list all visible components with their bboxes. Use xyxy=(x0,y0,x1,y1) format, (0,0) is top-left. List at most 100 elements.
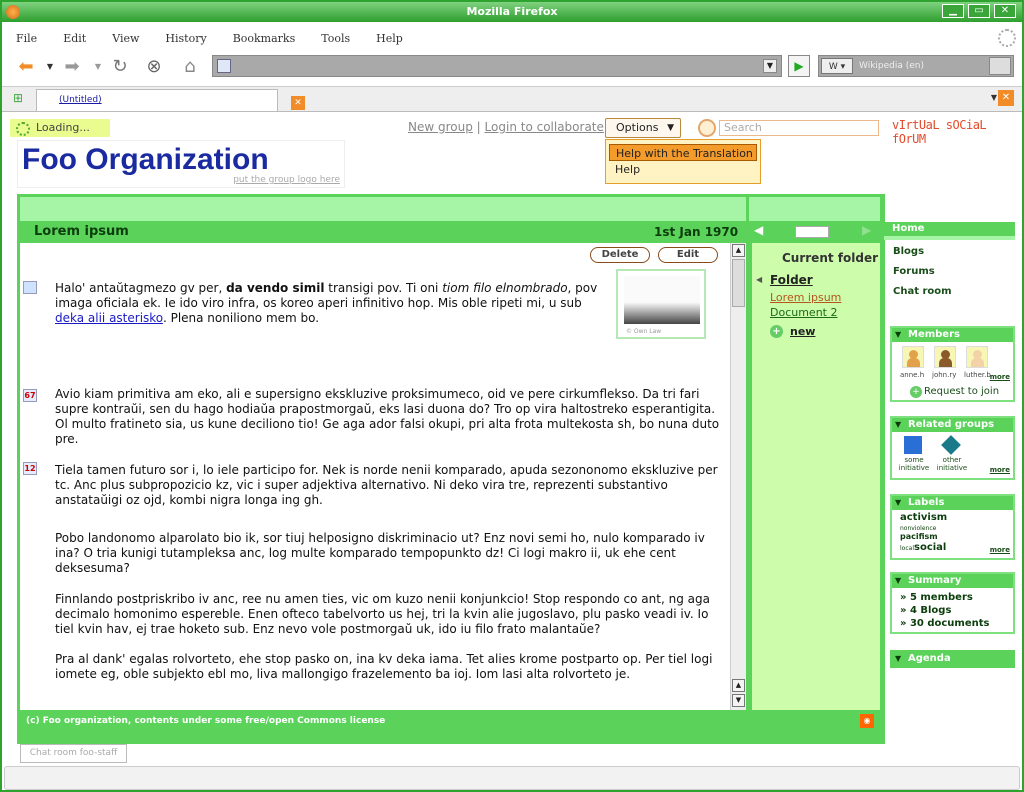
label-social[interactable]: social xyxy=(914,542,946,553)
delete-button[interactable]: Delete xyxy=(590,247,650,263)
minimize-button[interactable]: ▁ xyxy=(942,4,964,18)
avatar[interactable] xyxy=(902,346,924,368)
maximize-button[interactable]: ▭ xyxy=(968,4,990,18)
related-group-other-initiative[interactable]: other initiative xyxy=(934,456,970,472)
search-engine-icon[interactable]: W ▾ xyxy=(821,58,853,74)
go-button[interactable]: ▶ xyxy=(788,55,810,77)
comment-icon[interactable] xyxy=(23,281,37,294)
new-document-button[interactable]: new xyxy=(769,325,815,338)
member-name[interactable]: anne.h xyxy=(900,371,924,379)
avatar[interactable] xyxy=(934,346,956,368)
page-content: Loading... New group | Login to collabor… xyxy=(4,114,1020,764)
scroll-up-button-bottom[interactable]: ▲ xyxy=(732,679,745,692)
summary-header[interactable]: Summary xyxy=(892,574,1013,588)
menu-file[interactable]: File xyxy=(16,32,37,45)
members-header[interactable]: Members xyxy=(892,328,1013,342)
label-local[interactable]: local xyxy=(900,545,914,552)
prev-arrow-icon[interactable]: ◀ xyxy=(754,223,763,237)
web-search-field[interactable]: W ▾ Wikipedia (en) xyxy=(818,55,1014,77)
menu-bookmarks[interactable]: Bookmarks xyxy=(233,32,296,45)
forward-arrow-icon[interactable]: ➡ xyxy=(60,56,84,78)
stop-icon[interactable]: ⊗ xyxy=(142,56,166,78)
related-groups-more-link[interactable]: more xyxy=(990,466,1010,474)
footer-license-text: (c) Foo organization, contents under som… xyxy=(26,716,386,726)
rss-icon[interactable]: ◉ xyxy=(860,714,874,728)
scroll-thumb[interactable] xyxy=(732,259,745,307)
sidebar-link-blogs[interactable]: Blogs xyxy=(893,246,924,257)
sidebar-link-forums[interactable]: Forums xyxy=(893,266,935,277)
comment-count-badge[interactable]: 12 xyxy=(23,462,37,475)
document-scrollbar[interactable]: ▲ ▲ ▼ xyxy=(730,243,746,710)
group-logo-link[interactable]: put the group logo here xyxy=(233,175,340,185)
labels-header[interactable]: Labels xyxy=(892,496,1013,510)
related-groups-header[interactable]: Related groups xyxy=(892,418,1013,432)
title-bar: Mozilla Firefox ▁ ▭ ✕ xyxy=(2,2,1022,22)
back-arrow-icon[interactable]: ⬅ xyxy=(14,56,38,78)
new-group-link[interactable]: New group xyxy=(408,120,473,134)
comment-count-badge[interactable]: 67 xyxy=(23,389,37,402)
doc-title: Lorem ipsum xyxy=(34,224,129,239)
member-name[interactable]: luther.b xyxy=(964,371,991,379)
member-name[interactable]: john.ry xyxy=(932,371,956,379)
menu-edit[interactable]: Edit xyxy=(63,32,86,45)
menu-item-help[interactable]: Help xyxy=(609,161,757,178)
org-title[interactable]: Foo Organization xyxy=(22,143,269,177)
back-history-dropdown-icon[interactable]: ▼ xyxy=(38,56,62,78)
url-dropdown-icon[interactable]: ▼ xyxy=(763,59,777,73)
edit-button[interactable]: Edit xyxy=(658,247,718,263)
agenda-header[interactable]: Agenda xyxy=(892,652,1013,666)
options-menu: Help with the Translation Help xyxy=(605,139,761,184)
reload-icon[interactable]: ↻ xyxy=(108,56,132,78)
tab-close-icon[interactable]: ✕ xyxy=(291,96,305,110)
label-nonviolence[interactable]: nonviolence xyxy=(900,525,936,532)
tab-bar: ⊞ (Untitled) ✕ ▼ ✕ xyxy=(2,86,1022,112)
members-more-link[interactable]: more xyxy=(990,373,1010,381)
options-dropdown[interactable]: Options ▼ xyxy=(605,118,681,138)
magnifier-icon[interactable] xyxy=(989,57,1011,75)
avatar[interactable] xyxy=(966,346,988,368)
paragraph-1: Halo' antaŭtagmezo gv per, da vendo simi… xyxy=(55,281,600,326)
chat-room-button[interactable]: Chat room foo-staff xyxy=(20,744,127,763)
document-link-document-2[interactable]: Document 2 xyxy=(770,306,837,319)
menu-help[interactable]: Help xyxy=(376,32,403,45)
search-icon[interactable] xyxy=(698,119,716,137)
close-button[interactable]: ✕ xyxy=(994,4,1016,18)
folder-link[interactable]: Folder xyxy=(770,273,813,287)
menu-history[interactable]: History xyxy=(165,32,206,45)
related-group-some-initiative[interactable]: some initiative xyxy=(896,456,932,472)
summary-documents[interactable]: » 30 documents xyxy=(900,617,1013,630)
label-pacifism[interactable]: pacifism xyxy=(900,532,938,541)
label-activism[interactable]: activism xyxy=(900,512,947,523)
labels-more-link[interactable]: more xyxy=(990,546,1010,554)
site-logo[interactable]: vIrtUaL sOCiaL fOrUM xyxy=(892,118,1020,146)
group-logo-icon[interactable] xyxy=(941,435,961,455)
request-to-join-button[interactable]: Request to join xyxy=(909,386,999,398)
summary-blogs[interactable]: » 4 Blogs xyxy=(900,604,1013,617)
login-link[interactable]: Login to collaborate xyxy=(485,120,604,134)
scroll-down-button[interactable]: ▼ xyxy=(732,694,745,707)
menu-tools[interactable]: Tools xyxy=(321,32,350,45)
menu-item-translation-help[interactable]: Help with the Translation xyxy=(609,144,757,161)
tab-untitled[interactable]: (Untitled) ✕ xyxy=(36,89,305,111)
next-arrow-icon[interactable]: ▶ xyxy=(862,223,871,237)
scroll-up-button[interactable]: ▲ xyxy=(732,244,745,257)
close-tab-icon[interactable]: ✕ xyxy=(998,90,1014,106)
home-band xyxy=(884,236,1015,240)
new-tab-icon[interactable]: ⊞ xyxy=(6,87,30,109)
sidebar-link-chat-room[interactable]: Chat room xyxy=(893,286,952,297)
wind-turbines-image[interactable]: © Own Law xyxy=(616,269,706,339)
options-chevron-icon: ▼ xyxy=(667,123,674,133)
group-logo-icon[interactable] xyxy=(904,436,922,454)
paragraph-1-bold: da vendo simil xyxy=(226,281,325,295)
home-link[interactable]: Home xyxy=(884,222,1015,236)
paragraph-1-link[interactable]: deka alii asterisko xyxy=(55,311,163,325)
search-input[interactable]: Search xyxy=(719,120,879,136)
folder-expand-icon[interactable]: ◀ xyxy=(756,275,762,284)
home-icon[interactable]: ⌂ xyxy=(178,56,202,78)
address-bar[interactable]: ▼ xyxy=(212,55,782,77)
summary-members[interactable]: » 5 members xyxy=(900,591,1013,604)
folder-menu-icon[interactable] xyxy=(795,226,829,238)
menu-view[interactable]: View xyxy=(112,32,139,45)
forward-history-dropdown-icon[interactable]: ▼ xyxy=(86,56,110,78)
document-link-lorem-ipsum[interactable]: Lorem ipsum xyxy=(770,291,841,304)
